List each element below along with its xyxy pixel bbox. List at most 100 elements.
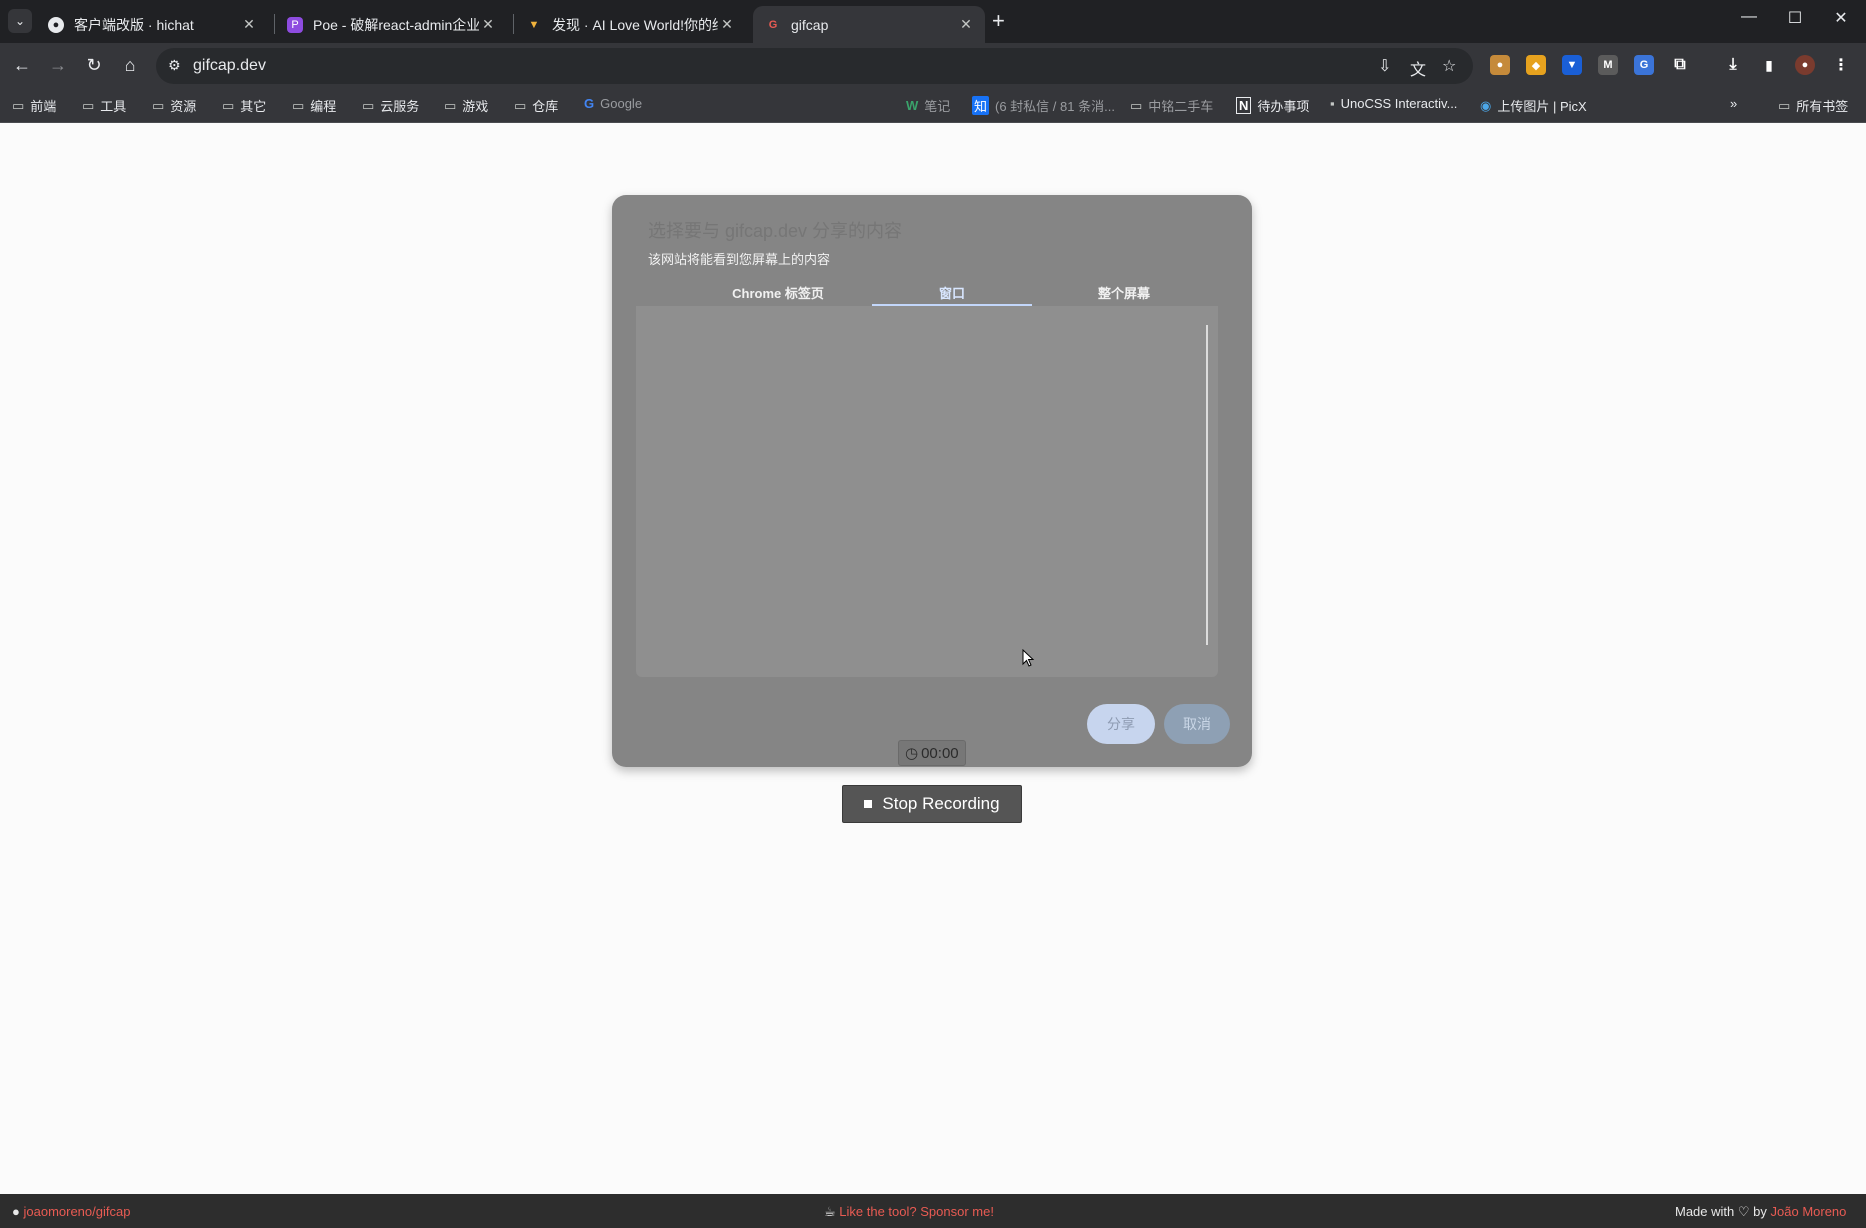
folder-icon: ▭	[82, 97, 95, 113]
url-text: gifcap.dev	[193, 57, 266, 74]
bookmark-link[interactable]: N 待办事项	[1236, 96, 1309, 115]
tab-title: Poe - 破解react-admin企业版	[313, 16, 479, 33]
screen-share-dialog: 选择要与 gifcap.dev 分享的内容 该网站将能看到您屏幕上的内容 Chr…	[612, 195, 1252, 767]
made-with-label: Made with	[1675, 1204, 1735, 1219]
github-icon: ●	[48, 16, 64, 33]
profile-avatar[interactable]: ●	[1795, 55, 1815, 75]
bookmark-link[interactable]: 知 (6 封私信 / 81 条消...	[972, 96, 1115, 115]
cancel-button[interactable]: 取消	[1164, 704, 1230, 744]
folder-icon: ▭	[1778, 97, 1791, 113]
bookmark-folder[interactable]: ▭ 游戏	[444, 96, 488, 115]
recording-timer: ◷ 00:00	[898, 740, 966, 766]
forward-button[interactable]: →	[45, 52, 71, 78]
scrollbar[interactable]	[1206, 325, 1208, 645]
tab-gifcap[interactable]: G gifcap ✕	[753, 6, 985, 43]
stop-square-icon	[864, 800, 873, 808]
share-button[interactable]: 分享	[1087, 704, 1155, 744]
heart-icon: ♡	[1737, 1204, 1750, 1219]
bookmark-link[interactable]: ▪ UnoCSS Interactiv...	[1330, 96, 1457, 111]
page-footer: ● joaomoreno/gifcap ☕ Like the tool? Spo…	[0, 1194, 1866, 1228]
folder-icon: ▭	[444, 97, 457, 113]
picx-icon: ◉	[1480, 97, 1492, 113]
folder-icon: ▭	[222, 97, 235, 113]
bookmark-folder[interactable]: ▭ 其它	[222, 96, 266, 115]
bookmark-label: 编程	[310, 99, 337, 114]
back-button[interactable]: ←	[9, 52, 35, 78]
mouse-pointer-icon	[1022, 649, 1035, 667]
sponsor-label: Like the tool? Sponsor me!	[839, 1204, 994, 1219]
bitwarden-icon[interactable]: ▼	[1562, 55, 1582, 75]
tab-entire-screen[interactable]: 整个屏幕	[1038, 283, 1210, 302]
window-close-button[interactable]: ✕	[1818, 8, 1864, 28]
tab-chrome-tabs[interactable]: Chrome 标签页	[692, 283, 864, 302]
unocss-icon: ▪	[1330, 96, 1335, 111]
extensions-puzzle-icon[interactable]: ⧉	[1670, 55, 1690, 75]
coffee-icon: ☕	[824, 1204, 836, 1219]
page-content: 选择要与 gifcap.dev 分享的内容 该网站将能看到您屏幕上的内容 Chr…	[0, 123, 1866, 1194]
new-tab-button[interactable]: +	[992, 8, 1005, 34]
tab-search-button[interactable]: ⌄	[8, 9, 32, 33]
install-app-icon[interactable]: ⇩	[1378, 56, 1391, 76]
timer-value: 00:00	[921, 744, 959, 762]
site-info-icon[interactable]: ⚙	[168, 57, 181, 74]
dialog-title: 选择要与 gifcap.dev 分享的内容	[648, 221, 903, 241]
home-icon: ⌂	[124, 55, 136, 75]
bookmark-label: (6 封私信 / 81 条消...	[995, 99, 1115, 114]
bookmark-label: 工具	[100, 99, 127, 114]
author-link[interactable]: João Moreno	[1771, 1204, 1847, 1219]
address-bar[interactable]: ⚙ gifcap.dev ⇩ 文 ☆	[156, 48, 1473, 84]
folder-icon: ▭	[514, 97, 527, 113]
bookmark-label: Google	[600, 96, 643, 111]
bookmark-folder[interactable]: ▭ 工具	[82, 96, 126, 115]
tab-poe[interactable]: P Poe - 破解react-admin企业版 ✕	[275, 6, 507, 43]
tab-title: 客户端改版 · hichat	[74, 16, 194, 33]
close-icon[interactable]: ✕	[718, 16, 736, 33]
bookmark-label: 所有书签	[1796, 99, 1849, 114]
window-list-panel[interactable]	[636, 306, 1218, 677]
bookmark-star-icon[interactable]: ☆	[1442, 56, 1456, 76]
tab-aiworld[interactable]: ▼ 发现 · AI Love World!你的终极 ✕	[514, 6, 746, 43]
bookmark-folder[interactable]: ▭ 编程	[292, 96, 336, 115]
translate-icon[interactable]: 文	[1410, 56, 1426, 80]
side-panel-icon[interactable]: ▮	[1759, 55, 1779, 75]
folder-icon: ▭	[12, 97, 25, 113]
notion-icon: N	[1236, 97, 1252, 114]
bookmarks-overflow-button[interactable]: »	[1730, 96, 1737, 111]
reload-button[interactable]: ↻	[81, 52, 107, 78]
close-icon[interactable]: ✕	[479, 16, 497, 33]
close-icon[interactable]: ✕	[240, 16, 258, 33]
extension-icon[interactable]: ◆	[1526, 55, 1546, 75]
bookmark-label: 中铭二手车	[1148, 99, 1214, 114]
cookie-extension-icon[interactable]: ●	[1490, 55, 1510, 75]
bookmark-folder[interactable]: ▭ 仓库	[514, 96, 558, 115]
bookmark-label: 资源	[170, 99, 197, 114]
menu-kebab-icon[interactable]: ⋮	[1831, 55, 1851, 75]
tab-strip: ⌄ ● 客户端改版 · hichat ✕ P Poe - 破解react-adm…	[0, 0, 1866, 43]
arrow-right-icon: →	[49, 55, 67, 75]
stop-recording-button[interactable]: Stop Recording	[842, 785, 1022, 823]
folder-icon: ▭	[362, 97, 375, 113]
github-repo-link[interactable]: ● joaomoreno/gifcap	[12, 1204, 130, 1219]
maximize-button[interactable]: ☐	[1772, 8, 1818, 28]
bookmark-folder[interactable]: ▭ 云服务	[362, 96, 419, 115]
minimize-button[interactable]: —	[1726, 8, 1772, 26]
sponsor-link[interactable]: ☕ Like the tool? Sponsor me!	[824, 1204, 994, 1220]
github-icon: ●	[12, 1204, 20, 1219]
tab-hichat[interactable]: ● 客户端改版 · hichat ✕	[36, 6, 268, 43]
translate-extension-icon[interactable]: G	[1634, 55, 1654, 75]
download-icon[interactable]: ⤓	[1723, 55, 1743, 75]
home-button[interactable]: ⌂	[117, 52, 143, 78]
bookmark-folder[interactable]: ▭ 前端	[12, 96, 56, 115]
all-bookmarks-folder[interactable]: ▭ 所有书签	[1778, 96, 1848, 115]
bookmark-link[interactable]: G Google	[584, 96, 642, 111]
stop-recording-label: Stop Recording	[882, 794, 1000, 813]
bookmark-folder[interactable]: ▭ 资源	[152, 96, 196, 115]
bookmark-folder[interactable]: ▭ 中铭二手车	[1130, 96, 1213, 115]
bookmark-link[interactable]: ◉ 上传图片 | PicX	[1480, 96, 1587, 115]
m-extension-icon[interactable]: M	[1598, 55, 1618, 75]
tab-window[interactable]: 窗口	[866, 283, 1038, 302]
browser-toolbar: ← → ↻ ⌂ ⚙ gifcap.dev ⇩ 文 ☆ ● ◆ ▼ M G ⧉ ⤓…	[0, 43, 1866, 88]
close-icon[interactable]: ✕	[957, 16, 975, 33]
folder-icon: ▭	[292, 97, 305, 113]
bookmark-link[interactable]: W 笔记	[906, 96, 950, 115]
